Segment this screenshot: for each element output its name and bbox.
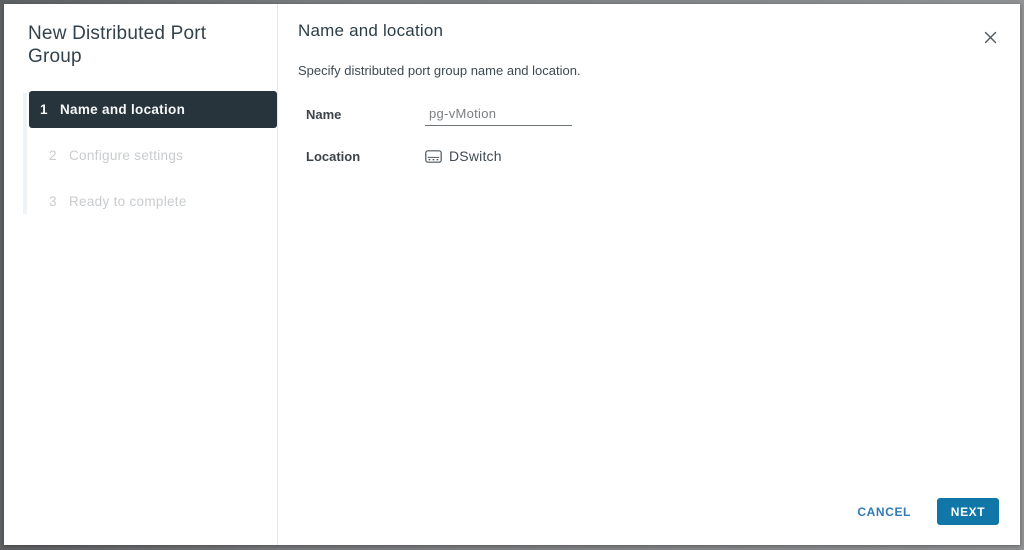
step-number: 2 [49,148,57,164]
next-button[interactable]: NEXT [937,498,999,525]
location-label: Location [306,148,361,164]
step-configure-settings[interactable]: 2 Configure settings [29,137,277,174]
port-group-name-input[interactable] [425,103,572,126]
location-row: Location DSwitch [306,148,1000,164]
wizard-footer: CANCEL NEXT [855,498,999,525]
step-description: Specify distributed port group name and … [298,63,581,78]
step-name-and-location[interactable]: 1 Name and location [29,91,277,129]
wizard-step-list: 1 Name and location 2 Configure settings… [4,91,277,220]
location-switch-name: DSwitch [449,148,502,164]
wizard-content-pane: Name and location Specify distributed po… [277,4,1020,545]
close-button[interactable] [981,28,999,46]
step-ready-to-complete[interactable]: 3 Ready to complete [29,183,277,220]
location-value: DSwitch [425,148,502,164]
close-icon [984,31,997,44]
new-distributed-port-group-dialog: New Distributed Port Group 1 Name and lo… [4,4,1020,545]
name-location-form: Name Location DSwitch [298,103,1000,164]
name-label: Name [306,107,342,122]
step-label: Ready to complete [69,194,187,210]
dialog-title: New Distributed Port Group [28,23,207,68]
page-title: Name and location [298,21,444,40]
step-label: Name and location [60,102,186,118]
step-number: 1 [40,102,48,118]
step-number: 3 [49,194,57,210]
cancel-button[interactable]: CANCEL [855,501,913,523]
wizard-sidebar: New Distributed Port Group 1 Name and lo… [4,4,277,545]
dswitch-icon [425,149,442,163]
name-row: Name [306,103,1000,126]
step-label: Configure settings [69,148,184,164]
